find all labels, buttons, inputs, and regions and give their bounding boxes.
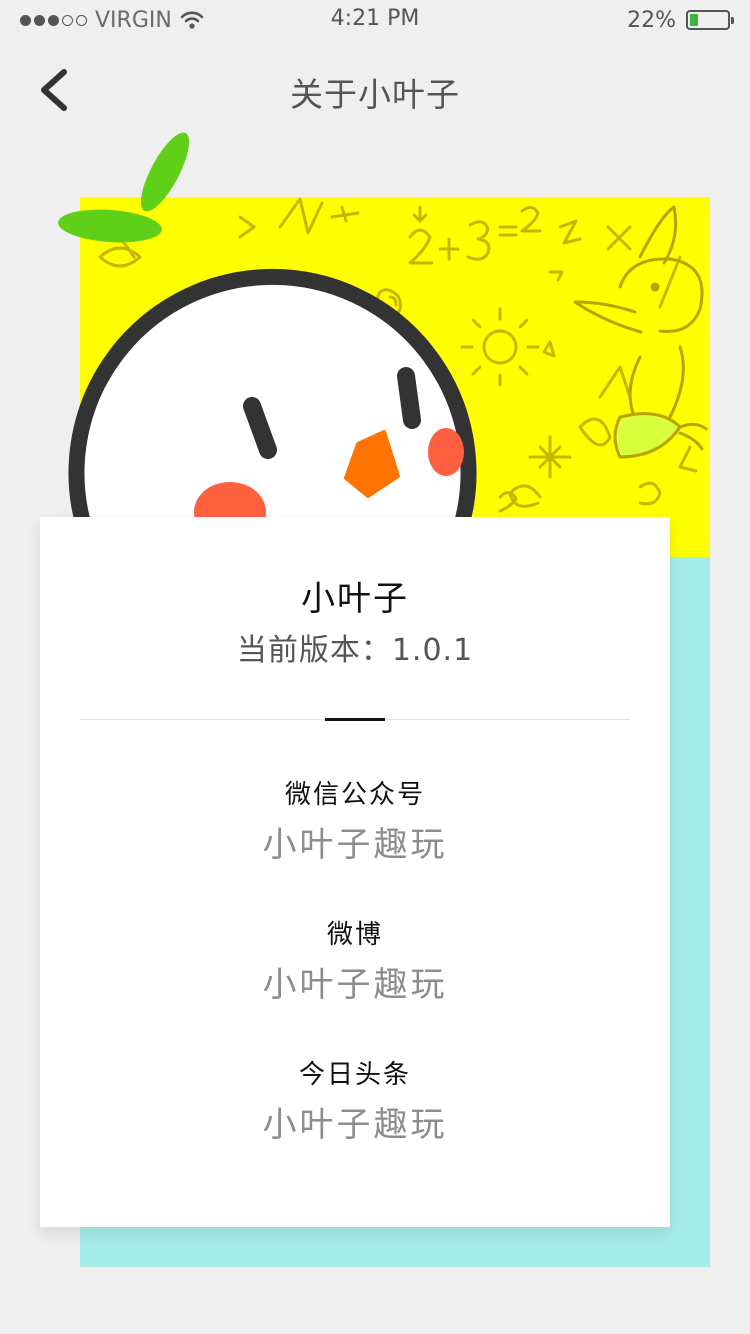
battery-icon <box>686 10 734 30</box>
contact-wechat[interactable]: 微信公众号 小叶子趣玩 <box>40 777 670 867</box>
battery-percent: 22% <box>627 7 676 33</box>
status-right: 22% <box>627 6 734 34</box>
battery-tip <box>731 17 734 24</box>
leaf-shape <box>140 132 190 212</box>
contact-value: 小叶子趣玩 <box>262 825 448 865</box>
app-version: 当前版本：1.0.1 <box>236 633 474 668</box>
contact-label: 微博 <box>326 920 383 950</box>
contact-value: 小叶子趣玩 <box>262 1105 448 1145</box>
contact-weibo[interactable]: 微博 小叶子趣玩 <box>40 917 670 1007</box>
contact-label: 微信公众号 <box>284 780 425 810</box>
page-title: 关于小叶子 <box>290 75 460 114</box>
mascot-cheek <box>428 428 464 476</box>
app-name: 小叶子 <box>301 579 409 619</box>
status-bar: VIRGIN 4:21 PM 22% <box>0 0 750 40</box>
mascot-illustration <box>58 132 477 542</box>
contact-toutiao[interactable]: 今日头条 小叶子趣玩 <box>40 1057 670 1147</box>
app-info-card: 小叶子 当前版本：1.0.1 微信公众号 小叶子趣玩 微博 小叶子趣玩 今日头条… <box>40 517 670 1227</box>
leaf-shape <box>58 209 162 243</box>
nav-bar: 关于小叶子 <box>0 40 750 138</box>
mascot-eye <box>397 367 421 429</box>
divider-accent <box>325 718 385 721</box>
contact-value: 小叶子趣玩 <box>262 965 448 1005</box>
contact-label: 今日头条 <box>298 1060 411 1090</box>
battery-level <box>690 14 698 26</box>
